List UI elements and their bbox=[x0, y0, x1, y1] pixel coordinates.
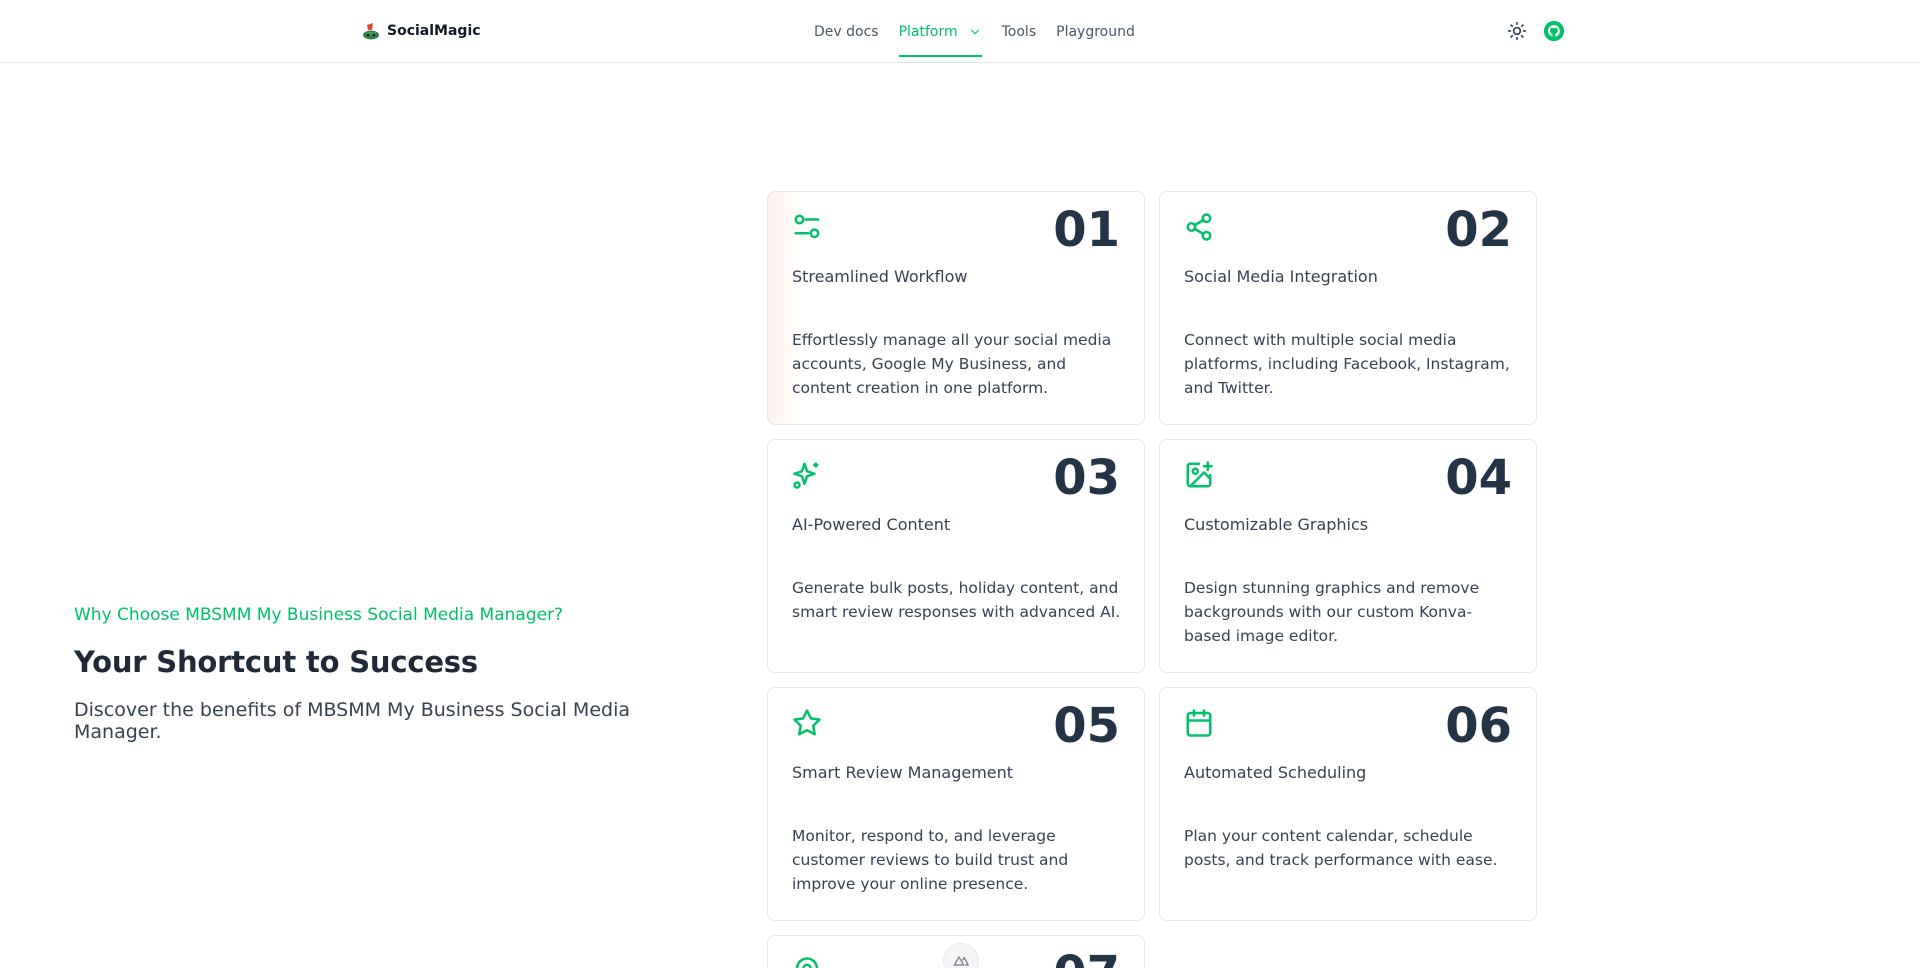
feature-grid: 01 Streamlined Workflow Effortlessly man… bbox=[767, 191, 1537, 968]
feature-number: 03 bbox=[1053, 450, 1120, 506]
map-pin-icon bbox=[795, 957, 819, 968]
feature-number: 02 bbox=[1445, 202, 1512, 258]
feature-title: Smart Review Management bbox=[792, 763, 1014, 782]
feature-description: Plan your content calendar, schedule pos… bbox=[1184, 827, 1498, 869]
feature-number: 05 bbox=[1053, 698, 1120, 754]
nav-playground[interactable]: Playground bbox=[1046, 0, 1145, 63]
site-header: SocialMagic Dev docs Platform Tools Play… bbox=[0, 0, 1920, 63]
brand-name: SocialMagic bbox=[387, 23, 481, 39]
feature-number: 07 bbox=[1053, 950, 1120, 968]
nav-label: Platform bbox=[898, 23, 958, 40]
feature-description: Effortlessly manage all your social medi… bbox=[792, 331, 1112, 397]
github-icon[interactable] bbox=[1543, 20, 1565, 42]
nav-label: Playground bbox=[1056, 23, 1135, 40]
nav-label: Tools bbox=[1001, 23, 1037, 40]
feature-card: 03 AI-Powered Content Generate bulk post… bbox=[767, 439, 1145, 673]
nav-tools[interactable]: Tools bbox=[992, 0, 1047, 63]
calendar-icon bbox=[1186, 709, 1212, 737]
feature-card: 02 Social Media Integration Connect with… bbox=[1159, 191, 1537, 425]
feature-number: 04 bbox=[1445, 450, 1512, 506]
feature-title: Customizable Graphics bbox=[1184, 515, 1369, 534]
nav-dev-docs[interactable]: Dev docs bbox=[804, 0, 889, 63]
feature-description: Generate bulk posts, holiday content, an… bbox=[792, 579, 1121, 621]
header-actions bbox=[1507, 20, 1565, 42]
sun-icon[interactable] bbox=[1507, 21, 1527, 41]
chevron-down-icon bbox=[968, 25, 982, 39]
feature-title: Automated Scheduling bbox=[1184, 763, 1367, 782]
nuxt-logo-icon bbox=[953, 956, 969, 966]
feature-card: 05 Smart Review Management Monitor, resp… bbox=[767, 687, 1145, 921]
section-headline: Your Shortcut to Success bbox=[74, 645, 478, 679]
brand-logo[interactable]: SocialMagic bbox=[361, 21, 481, 41]
star-icon bbox=[793, 709, 821, 736]
feature-title: Social Media Integration bbox=[1184, 267, 1378, 286]
nav-label: Dev docs bbox=[814, 23, 879, 40]
workflow-toggles-icon bbox=[794, 214, 820, 239]
image-plus-icon bbox=[1186, 461, 1213, 488]
feature-card: 01 Streamlined Workflow Effortlessly man… bbox=[767, 191, 1145, 425]
feature-number: 01 bbox=[1053, 202, 1120, 258]
feature-card: 06 Automated Scheduling Plan your conten… bbox=[1159, 687, 1537, 921]
feature-description: Connect with multiple social media platf… bbox=[1184, 331, 1510, 397]
intro-section: Why Choose MBSMM My Business Social Medi… bbox=[74, 605, 714, 743]
logo-icon bbox=[363, 23, 379, 40]
main-nav: Dev docs Platform Tools Playground bbox=[804, 0, 1145, 63]
feature-title: AI-Powered Content bbox=[792, 515, 951, 534]
feature-card: 04 Customizable Graphics Design stunning… bbox=[1159, 439, 1537, 673]
section-subtitle: Discover the benefits of MBSMM My Busine… bbox=[74, 699, 630, 743]
sparkles-icon bbox=[793, 462, 819, 489]
share-icon bbox=[1186, 213, 1212, 241]
feature-description: Monitor, respond to, and leverage custom… bbox=[792, 827, 1069, 893]
feature-description: Design stunning graphics and remove back… bbox=[1184, 579, 1480, 645]
feature-number: 06 bbox=[1445, 698, 1512, 754]
feature-title: Streamlined Workflow bbox=[792, 267, 968, 286]
section-eyebrow: Why Choose MBSMM My Business Social Medi… bbox=[74, 605, 564, 625]
nav-platform[interactable]: Platform bbox=[889, 0, 992, 63]
